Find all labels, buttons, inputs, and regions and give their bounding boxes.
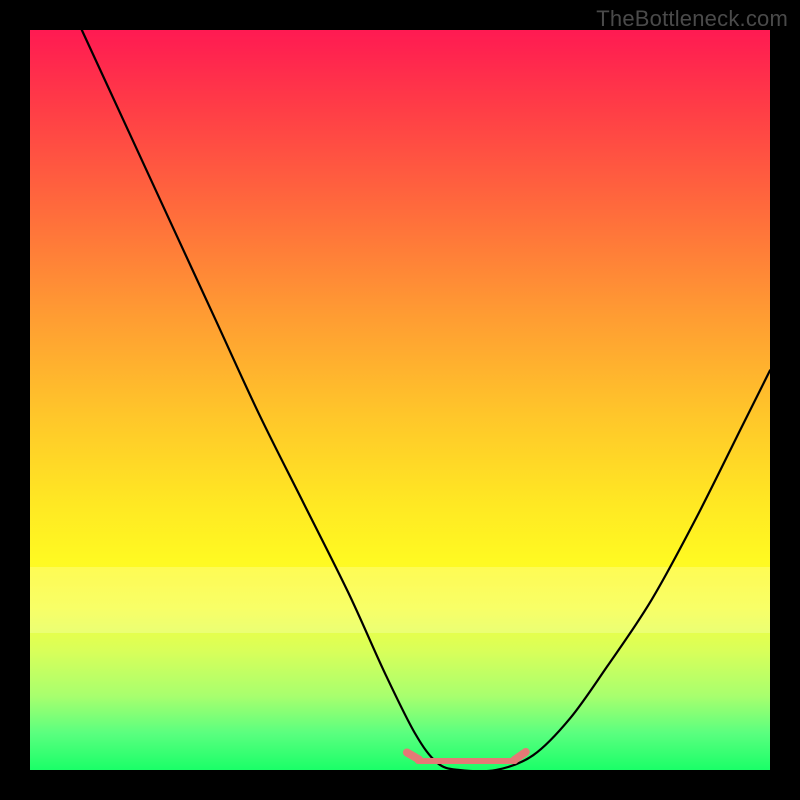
chart-frame: TheBottleneck.com: [0, 0, 800, 800]
chart-curve-svg: [30, 30, 770, 770]
plot-area: [30, 30, 770, 770]
watermark-text: TheBottleneck.com: [596, 6, 788, 32]
baseline-segment: [415, 758, 519, 764]
curve-path: [82, 30, 770, 771]
